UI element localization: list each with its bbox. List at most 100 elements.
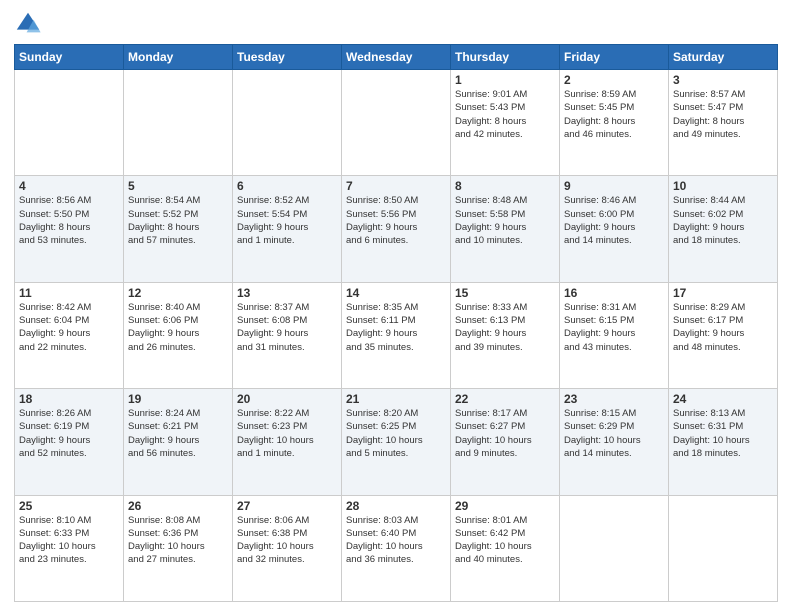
day-number: 11 [19, 286, 119, 300]
calendar-cell: 19Sunrise: 8:24 AMSunset: 6:21 PMDayligh… [124, 389, 233, 495]
day-info: Sunrise: 8:31 AMSunset: 6:15 PMDaylight:… [564, 301, 664, 354]
day-info: Sunrise: 8:37 AMSunset: 6:08 PMDaylight:… [237, 301, 337, 354]
day-number: 9 [564, 179, 664, 193]
day-info: Sunrise: 8:42 AMSunset: 6:04 PMDaylight:… [19, 301, 119, 354]
calendar-cell: 29Sunrise: 8:01 AMSunset: 6:42 PMDayligh… [451, 495, 560, 601]
day-info: Sunrise: 8:29 AMSunset: 6:17 PMDaylight:… [673, 301, 773, 354]
calendar-cell: 12Sunrise: 8:40 AMSunset: 6:06 PMDayligh… [124, 282, 233, 388]
logo-icon [14, 10, 42, 38]
day-info: Sunrise: 9:01 AMSunset: 5:43 PMDaylight:… [455, 88, 555, 141]
day-number: 29 [455, 499, 555, 513]
calendar-cell: 18Sunrise: 8:26 AMSunset: 6:19 PMDayligh… [15, 389, 124, 495]
weekday-header-friday: Friday [560, 45, 669, 70]
page: SundayMondayTuesdayWednesdayThursdayFrid… [0, 0, 792, 612]
day-info: Sunrise: 8:20 AMSunset: 6:25 PMDaylight:… [346, 407, 446, 460]
day-number: 21 [346, 392, 446, 406]
calendar-cell: 9Sunrise: 8:46 AMSunset: 6:00 PMDaylight… [560, 176, 669, 282]
day-info: Sunrise: 8:48 AMSunset: 5:58 PMDaylight:… [455, 194, 555, 247]
calendar-cell: 24Sunrise: 8:13 AMSunset: 6:31 PMDayligh… [669, 389, 778, 495]
day-info: Sunrise: 8:06 AMSunset: 6:38 PMDaylight:… [237, 514, 337, 567]
calendar-cell [15, 70, 124, 176]
week-row-3: 11Sunrise: 8:42 AMSunset: 6:04 PMDayligh… [15, 282, 778, 388]
calendar-cell: 11Sunrise: 8:42 AMSunset: 6:04 PMDayligh… [15, 282, 124, 388]
calendar-cell [560, 495, 669, 601]
calendar-cell: 15Sunrise: 8:33 AMSunset: 6:13 PMDayligh… [451, 282, 560, 388]
day-info: Sunrise: 8:40 AMSunset: 6:06 PMDaylight:… [128, 301, 228, 354]
weekday-header-row: SundayMondayTuesdayWednesdayThursdayFrid… [15, 45, 778, 70]
calendar-cell: 4Sunrise: 8:56 AMSunset: 5:50 PMDaylight… [15, 176, 124, 282]
calendar-cell: 27Sunrise: 8:06 AMSunset: 6:38 PMDayligh… [233, 495, 342, 601]
day-info: Sunrise: 8:50 AMSunset: 5:56 PMDaylight:… [346, 194, 446, 247]
logo [14, 10, 46, 38]
calendar-cell: 28Sunrise: 8:03 AMSunset: 6:40 PMDayligh… [342, 495, 451, 601]
weekday-header-monday: Monday [124, 45, 233, 70]
day-number: 12 [128, 286, 228, 300]
day-number: 6 [237, 179, 337, 193]
calendar-cell: 17Sunrise: 8:29 AMSunset: 6:17 PMDayligh… [669, 282, 778, 388]
day-info: Sunrise: 8:15 AMSunset: 6:29 PMDaylight:… [564, 407, 664, 460]
calendar-cell: 8Sunrise: 8:48 AMSunset: 5:58 PMDaylight… [451, 176, 560, 282]
day-number: 2 [564, 73, 664, 87]
day-number: 13 [237, 286, 337, 300]
day-number: 27 [237, 499, 337, 513]
calendar-cell: 2Sunrise: 8:59 AMSunset: 5:45 PMDaylight… [560, 70, 669, 176]
day-number: 15 [455, 286, 555, 300]
header [14, 10, 778, 38]
day-info: Sunrise: 8:01 AMSunset: 6:42 PMDaylight:… [455, 514, 555, 567]
weekday-header-wednesday: Wednesday [342, 45, 451, 70]
day-number: 3 [673, 73, 773, 87]
day-number: 19 [128, 392, 228, 406]
calendar-cell [342, 70, 451, 176]
calendar-cell: 5Sunrise: 8:54 AMSunset: 5:52 PMDaylight… [124, 176, 233, 282]
day-number: 7 [346, 179, 446, 193]
week-row-2: 4Sunrise: 8:56 AMSunset: 5:50 PMDaylight… [15, 176, 778, 282]
day-info: Sunrise: 8:13 AMSunset: 6:31 PMDaylight:… [673, 407, 773, 460]
calendar-cell: 25Sunrise: 8:10 AMSunset: 6:33 PMDayligh… [15, 495, 124, 601]
day-info: Sunrise: 8:57 AMSunset: 5:47 PMDaylight:… [673, 88, 773, 141]
calendar-cell [124, 70, 233, 176]
calendar-table: SundayMondayTuesdayWednesdayThursdayFrid… [14, 44, 778, 602]
week-row-1: 1Sunrise: 9:01 AMSunset: 5:43 PMDaylight… [15, 70, 778, 176]
calendar-cell: 23Sunrise: 8:15 AMSunset: 6:29 PMDayligh… [560, 389, 669, 495]
day-info: Sunrise: 8:54 AMSunset: 5:52 PMDaylight:… [128, 194, 228, 247]
calendar-cell: 22Sunrise: 8:17 AMSunset: 6:27 PMDayligh… [451, 389, 560, 495]
day-info: Sunrise: 8:24 AMSunset: 6:21 PMDaylight:… [128, 407, 228, 460]
day-number: 4 [19, 179, 119, 193]
calendar-cell: 10Sunrise: 8:44 AMSunset: 6:02 PMDayligh… [669, 176, 778, 282]
day-number: 25 [19, 499, 119, 513]
day-info: Sunrise: 8:59 AMSunset: 5:45 PMDaylight:… [564, 88, 664, 141]
day-number: 5 [128, 179, 228, 193]
calendar-cell: 26Sunrise: 8:08 AMSunset: 6:36 PMDayligh… [124, 495, 233, 601]
day-number: 26 [128, 499, 228, 513]
calendar-cell: 16Sunrise: 8:31 AMSunset: 6:15 PMDayligh… [560, 282, 669, 388]
day-info: Sunrise: 8:44 AMSunset: 6:02 PMDaylight:… [673, 194, 773, 247]
calendar-cell: 1Sunrise: 9:01 AMSunset: 5:43 PMDaylight… [451, 70, 560, 176]
day-number: 16 [564, 286, 664, 300]
calendar-cell: 14Sunrise: 8:35 AMSunset: 6:11 PMDayligh… [342, 282, 451, 388]
calendar-cell: 7Sunrise: 8:50 AMSunset: 5:56 PMDaylight… [342, 176, 451, 282]
weekday-header-saturday: Saturday [669, 45, 778, 70]
day-info: Sunrise: 8:35 AMSunset: 6:11 PMDaylight:… [346, 301, 446, 354]
day-number: 14 [346, 286, 446, 300]
weekday-header-thursday: Thursday [451, 45, 560, 70]
calendar-cell [233, 70, 342, 176]
day-info: Sunrise: 8:33 AMSunset: 6:13 PMDaylight:… [455, 301, 555, 354]
day-number: 22 [455, 392, 555, 406]
day-info: Sunrise: 8:08 AMSunset: 6:36 PMDaylight:… [128, 514, 228, 567]
day-number: 20 [237, 392, 337, 406]
calendar-cell: 21Sunrise: 8:20 AMSunset: 6:25 PMDayligh… [342, 389, 451, 495]
calendar-cell: 13Sunrise: 8:37 AMSunset: 6:08 PMDayligh… [233, 282, 342, 388]
day-number: 23 [564, 392, 664, 406]
day-info: Sunrise: 8:10 AMSunset: 6:33 PMDaylight:… [19, 514, 119, 567]
day-number: 18 [19, 392, 119, 406]
day-number: 17 [673, 286, 773, 300]
day-info: Sunrise: 8:26 AMSunset: 6:19 PMDaylight:… [19, 407, 119, 460]
day-number: 28 [346, 499, 446, 513]
calendar-cell: 20Sunrise: 8:22 AMSunset: 6:23 PMDayligh… [233, 389, 342, 495]
weekday-header-tuesday: Tuesday [233, 45, 342, 70]
day-info: Sunrise: 8:03 AMSunset: 6:40 PMDaylight:… [346, 514, 446, 567]
calendar-cell: 6Sunrise: 8:52 AMSunset: 5:54 PMDaylight… [233, 176, 342, 282]
day-info: Sunrise: 8:17 AMSunset: 6:27 PMDaylight:… [455, 407, 555, 460]
calendar-cell [669, 495, 778, 601]
day-number: 8 [455, 179, 555, 193]
